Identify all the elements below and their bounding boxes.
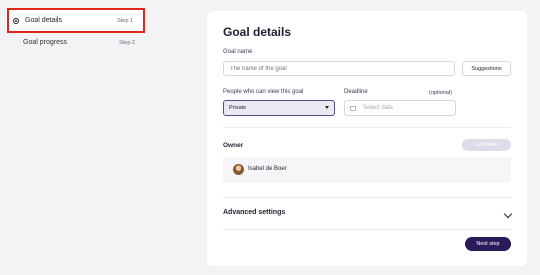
- avatar: [233, 164, 244, 175]
- chevron-down-icon[interactable]: [503, 209, 513, 219]
- next-step-button[interactable]: Next step: [465, 237, 511, 251]
- owner-label: Owner: [223, 142, 244, 149]
- radio-selected-icon: [13, 17, 19, 24]
- suggestions-button[interactable]: Suggestions: [462, 61, 511, 76]
- visibility-label: People who can view this goal: [223, 89, 304, 95]
- goal-details-card: Goal details Goal name Suggestions Peopl…: [207, 11, 527, 266]
- divider: [223, 127, 511, 128]
- owner-row: Isabel de Boer: [223, 157, 511, 183]
- deadline-input[interactable]: Select date: [344, 100, 456, 116]
- step-goal-progress[interactable]: Goal progress Step 2: [7, 30, 145, 55]
- goal-name-label: Goal name: [223, 49, 253, 55]
- divider: [223, 229, 511, 230]
- step-label: Goal progress: [23, 39, 67, 46]
- step-label: Goal details: [25, 17, 62, 24]
- advanced-settings-toggle[interactable]: Advanced settings: [223, 209, 285, 216]
- deadline-optional: (optional): [429, 90, 452, 96]
- step-number: Step 2: [119, 39, 135, 46]
- caret-down-icon: [325, 106, 329, 109]
- add-owner-button[interactable]: Add owner: [462, 139, 511, 151]
- visibility-select[interactable]: Private: [223, 100, 335, 116]
- goal-name-input[interactable]: [223, 61, 455, 76]
- calendar-icon: [350, 106, 356, 111]
- steps-sidebar: Goal details Step 1 Goal progress Step 2: [0, 0, 150, 275]
- divider: [223, 197, 511, 198]
- step-number: Step 1: [117, 17, 133, 24]
- deadline-label: Deadline: [344, 89, 368, 95]
- visibility-value: Private: [229, 105, 247, 111]
- owner-name: Isabel de Boer: [248, 166, 287, 172]
- page-title: Goal details: [223, 25, 292, 39]
- deadline-placeholder: Select date: [363, 105, 394, 111]
